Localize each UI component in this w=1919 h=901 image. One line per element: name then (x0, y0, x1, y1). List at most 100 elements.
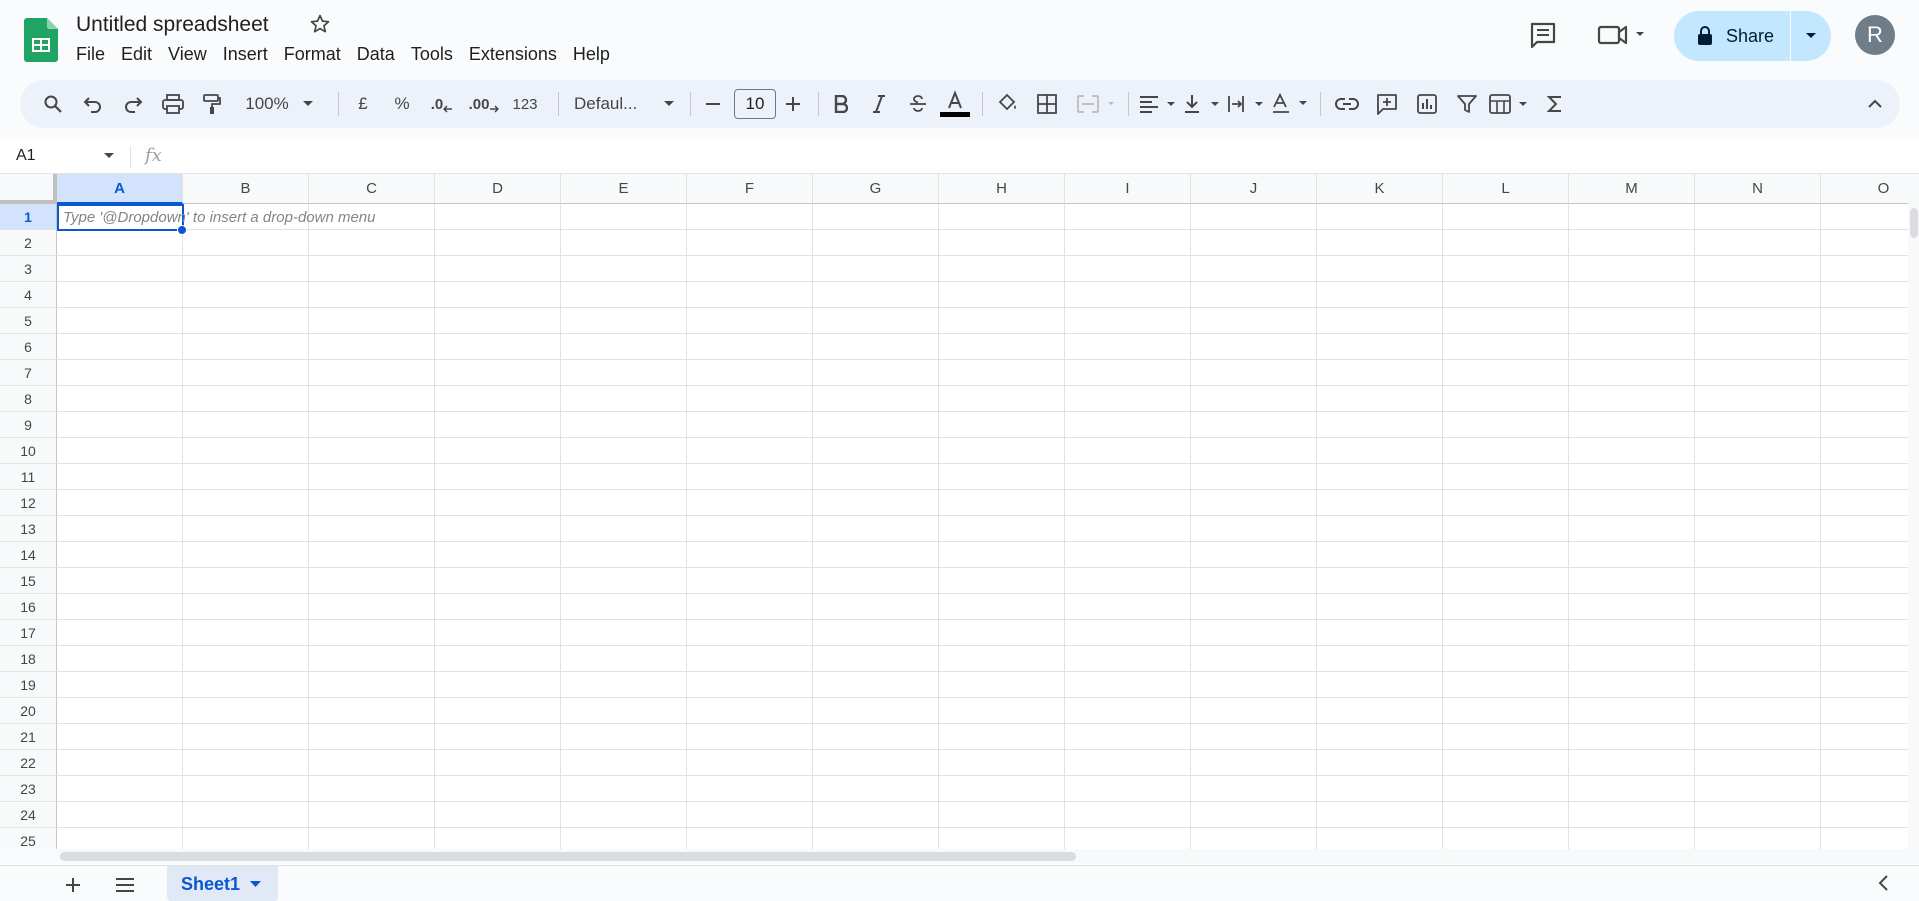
menu-data[interactable]: Data (349, 42, 403, 67)
row-header[interactable]: 25 (0, 828, 57, 849)
row-header[interactable]: 24 (0, 802, 57, 828)
create-filter-button[interactable] (1452, 88, 1482, 120)
increase-decimal-button[interactable]: .00 (464, 88, 504, 120)
insert-chart-button[interactable] (1412, 88, 1442, 120)
row-header[interactable]: 4 (0, 282, 57, 308)
row-header[interactable]: 21 (0, 724, 57, 750)
vertical-scrollbar[interactable] (1908, 174, 1919, 849)
row-header[interactable]: 18 (0, 646, 57, 672)
zoom-select[interactable]: 100% (238, 88, 320, 120)
menu-extensions[interactable]: Extensions (461, 42, 565, 67)
search-menus-button[interactable] (38, 88, 68, 120)
row-header[interactable]: 8 (0, 386, 57, 412)
print-button[interactable] (158, 88, 188, 120)
merge-cells-button[interactable] (1072, 88, 1122, 120)
fill-color-button[interactable] (992, 88, 1022, 120)
borders-button[interactable] (1032, 88, 1062, 120)
italic-button[interactable] (866, 88, 892, 120)
row-header[interactable]: 2 (0, 230, 57, 256)
fill-handle[interactable] (177, 225, 187, 235)
cell-area[interactable] (57, 204, 1908, 849)
column-header[interactable]: K (1317, 174, 1443, 204)
column-header[interactable]: L (1443, 174, 1569, 204)
row-header[interactable]: 14 (0, 542, 57, 568)
insert-comment-button[interactable] (1372, 88, 1402, 120)
all-sheets-icon[interactable] (114, 877, 136, 893)
horizontal-align-button[interactable] (1138, 88, 1180, 120)
horizontal-scrollbar[interactable] (57, 849, 1919, 863)
redo-button[interactable] (118, 88, 148, 120)
share-dropdown-button[interactable] (1791, 11, 1831, 61)
share-button[interactable]: Share (1674, 11, 1790, 61)
row-header[interactable]: 19 (0, 672, 57, 698)
column-header[interactable]: M (1569, 174, 1695, 204)
name-box[interactable]: A1 (16, 147, 36, 165)
row-header[interactable]: 22 (0, 750, 57, 776)
sheets-logo-icon[interactable] (24, 18, 58, 62)
chevron-left-icon[interactable] (1877, 874, 1889, 892)
column-header[interactable]: A (57, 174, 183, 204)
row-header[interactable]: 9 (0, 412, 57, 438)
comment-history-icon[interactable] (1528, 20, 1558, 50)
functions-button[interactable] (1540, 88, 1570, 120)
column-header[interactable]: N (1695, 174, 1821, 204)
strikethrough-button[interactable] (905, 88, 931, 120)
row-header[interactable]: 3 (0, 256, 57, 282)
increase-font-size-button[interactable] (780, 88, 806, 120)
row-header[interactable]: 11 (0, 464, 57, 490)
column-header[interactable]: G (813, 174, 939, 204)
document-title[interactable]: Untitled spreadsheet (76, 13, 269, 37)
vertical-align-button[interactable] (1182, 88, 1224, 120)
font-size-input[interactable]: 10 (734, 89, 776, 119)
text-wrapping-button[interactable] (1226, 88, 1268, 120)
row-header[interactable]: 20 (0, 698, 57, 724)
column-header[interactable]: D (435, 174, 561, 204)
menu-view[interactable]: View (160, 42, 215, 67)
column-header[interactable]: J (1191, 174, 1317, 204)
menu-format[interactable]: Format (276, 42, 349, 67)
row-header[interactable]: 7 (0, 360, 57, 386)
filter-views-button[interactable] (1488, 88, 1534, 120)
select-all-corner[interactable] (0, 174, 57, 204)
column-header[interactable]: I (1065, 174, 1191, 204)
row-header[interactable]: 12 (0, 490, 57, 516)
paint-format-button[interactable] (197, 88, 227, 120)
row-header[interactable]: 15 (0, 568, 57, 594)
account-avatar[interactable]: R (1855, 15, 1895, 55)
text-color-button[interactable] (938, 88, 972, 120)
undo-button[interactable] (78, 88, 108, 120)
column-header[interactable]: H (939, 174, 1065, 204)
vertical-scroll-thumb[interactable] (1910, 208, 1918, 238)
column-header[interactable]: F (687, 174, 813, 204)
sheet-tab-sheet1[interactable]: Sheet1 (167, 866, 278, 901)
star-icon[interactable] (308, 12, 332, 36)
menu-file[interactable]: File (68, 42, 113, 67)
row-header[interactable]: 5 (0, 308, 57, 334)
row-header[interactable]: 6 (0, 334, 57, 360)
font-family-select[interactable]: Defaul... (568, 88, 680, 120)
row-header[interactable]: 17 (0, 620, 57, 646)
row-header[interactable]: 23 (0, 776, 57, 802)
meet-video-icon[interactable] (1596, 20, 1648, 50)
insert-link-button[interactable] (1332, 88, 1362, 120)
column-header[interactable]: B (183, 174, 309, 204)
caret-down-icon[interactable] (104, 153, 114, 159)
caret-down-icon[interactable] (250, 880, 262, 888)
column-header[interactable]: C (309, 174, 435, 204)
spreadsheet-grid[interactable]: ABCDEFGHIJKLMNO 1 2 3 4 5 6 7 8 9 10 11 12 13 14 15 16 1… (0, 174, 1908, 849)
format-currency-button[interactable]: £ (350, 88, 376, 120)
decrease-font-size-button[interactable] (700, 88, 726, 120)
row-header[interactable]: 1 (0, 204, 57, 230)
menu-insert[interactable]: Insert (215, 42, 276, 67)
more-formats-button[interactable]: 123 (505, 88, 545, 120)
menu-edit[interactable]: Edit (113, 42, 160, 67)
horizontal-scroll-thumb[interactable] (60, 852, 1076, 861)
hide-menus-button[interactable] (1860, 88, 1890, 120)
format-percent-button[interactable]: % (389, 88, 415, 120)
decrease-decimal-button[interactable]: .0 (425, 88, 459, 120)
column-header[interactable]: E (561, 174, 687, 204)
row-header[interactable]: 13 (0, 516, 57, 542)
row-header[interactable]: 16 (0, 594, 57, 620)
text-rotation-button[interactable] (1270, 88, 1312, 120)
menu-help[interactable]: Help (565, 42, 618, 67)
